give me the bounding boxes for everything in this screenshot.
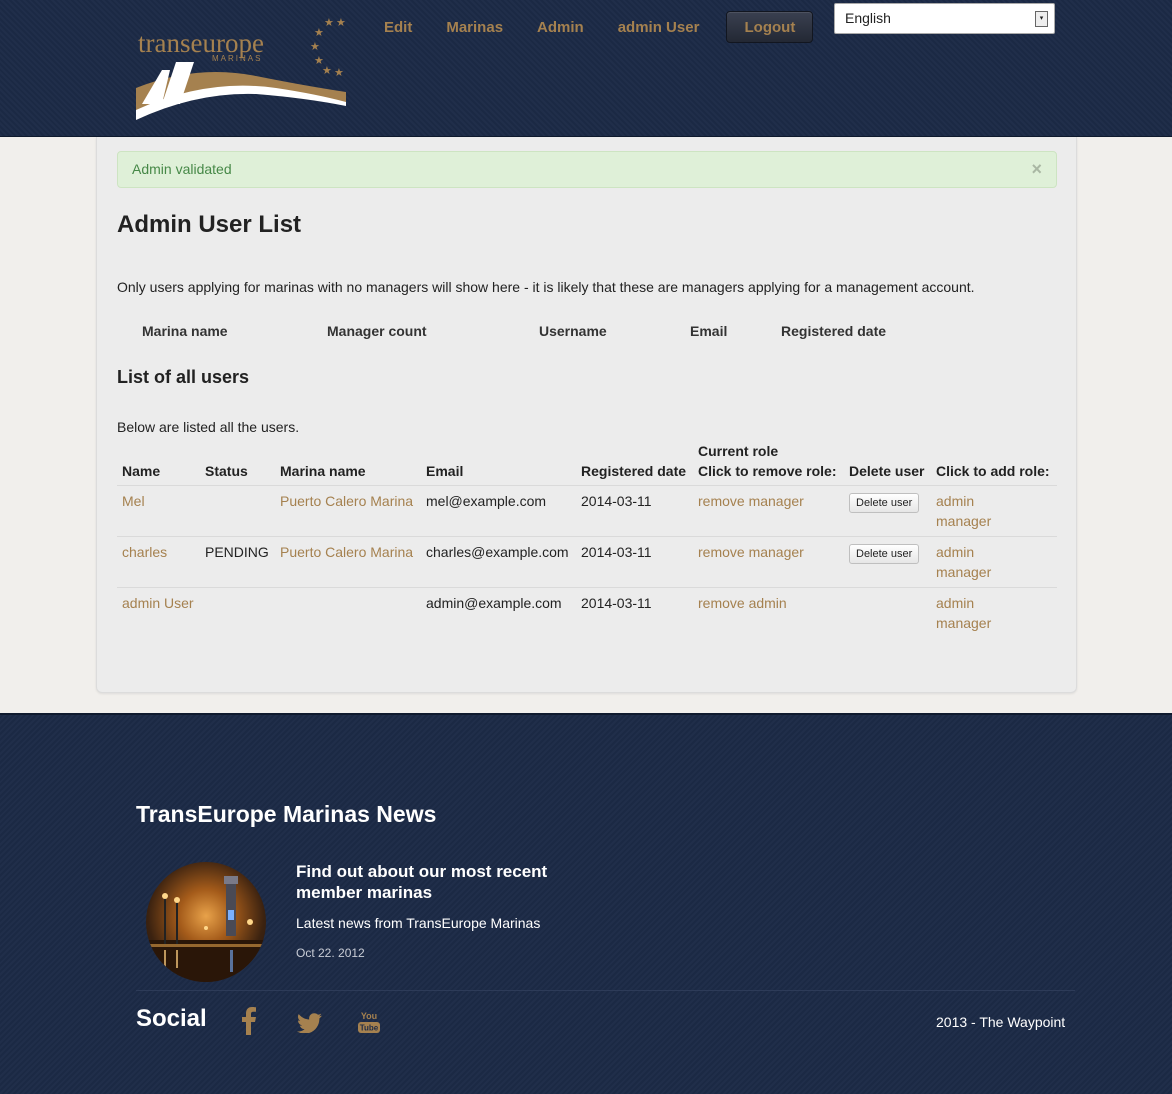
- col-registered: Registered date: [581, 463, 687, 479]
- col-current-role-line2: Click to remove role:: [698, 463, 837, 479]
- marina-link[interactable]: Puerto Calero Marina: [280, 544, 413, 560]
- dropdown-arrow-icon: ▾: [1035, 11, 1048, 27]
- add-admin-role-link[interactable]: admin: [936, 595, 974, 611]
- svg-text:Tube: Tube: [360, 1024, 379, 1033]
- news-date: Oct 22. 2012: [296, 946, 365, 960]
- user-email: admin@example.com: [421, 587, 576, 638]
- nav-admin-user[interactable]: admin User: [601, 19, 717, 36]
- language-select[interactable]: English ▾: [834, 3, 1055, 34]
- remove-role-link[interactable]: remove manager: [698, 493, 804, 509]
- add-manager-role-link[interactable]: manager: [936, 564, 991, 580]
- svg-text:★: ★: [336, 16, 346, 29]
- table-row: admin User admin@example.com 2014-03-11 …: [117, 587, 1057, 638]
- col-current-role: Current role Click to remove role:: [693, 437, 844, 486]
- delete-user-button[interactable]: Delete user: [849, 493, 920, 513]
- user-status: [200, 587, 275, 638]
- user-email: charles@example.com: [421, 536, 576, 588]
- add-admin-role-link[interactable]: admin: [936, 544, 974, 560]
- user-status: [200, 485, 275, 537]
- nav-marinas[interactable]: Marinas: [429, 19, 520, 36]
- user-registered: 2014-03-11: [576, 485, 693, 537]
- svg-text:★: ★: [324, 16, 334, 29]
- user-status: PENDING: [200, 536, 275, 588]
- news-thumbnail[interactable]: [146, 862, 266, 982]
- users-table: Name Status Marina name Email Registered…: [117, 437, 1057, 638]
- nav-admin[interactable]: Admin: [520, 19, 601, 36]
- svg-text:★: ★: [314, 26, 324, 39]
- news-title: TransEurope Marinas News: [136, 801, 437, 827]
- table-row: charles PENDING Puerto Calero Marina cha…: [117, 536, 1057, 588]
- col-email: Email: [426, 463, 464, 479]
- add-admin-role-link[interactable]: admin: [936, 493, 974, 509]
- svg-text:★: ★: [334, 66, 344, 79]
- delete-cell-empty: [844, 587, 931, 638]
- success-alert: Admin validated ×: [117, 151, 1057, 188]
- col-marina: Marina name: [280, 463, 366, 479]
- col-add-role: Click to add role:: [936, 463, 1050, 479]
- site-header: transeurope MARINAS ★ ★ ★ ★ ★ ★ ★ Edit Marin…: [0, 0, 1172, 137]
- all-users-intro: Below are listed all the users.: [117, 419, 300, 435]
- site-footer: TransEurope Marinas News Find out about …: [0, 713, 1172, 1094]
- col-name: Name: [122, 463, 161, 479]
- page-title: Admin User List: [117, 211, 302, 238]
- svg-text:MARINAS: MARINAS: [212, 54, 262, 63]
- applicants-header-manager-count: Manager count: [327, 323, 427, 339]
- add-manager-role-link[interactable]: manager: [936, 615, 991, 631]
- marina-link[interactable]: Puerto Calero Marina: [280, 493, 413, 509]
- svg-text:★: ★: [310, 40, 320, 53]
- user-name-link[interactable]: charles: [122, 544, 167, 560]
- social-title: Social: [136, 1005, 207, 1032]
- applicants-header-username: Username: [539, 323, 607, 339]
- copyright: 2013 - The Waypoint: [936, 1014, 1066, 1030]
- marina-cell: [275, 587, 421, 638]
- users-table-header: Name Status Marina name Email Registered…: [117, 437, 1057, 486]
- user-registered: 2014-03-11: [576, 536, 693, 588]
- applicants-header-email: Email: [690, 323, 728, 339]
- main-nav: Edit Marinas Admin admin User Logout: [367, 10, 814, 44]
- logout-button[interactable]: Logout: [726, 11, 814, 43]
- news-subtitle: Latest news from TransEurope Marinas: [296, 915, 541, 931]
- col-current-role-line1: Current role: [698, 443, 779, 459]
- footer-divider: [136, 990, 1075, 991]
- user-name-link[interactable]: Mel: [122, 493, 145, 509]
- delete-user-button[interactable]: Delete user: [849, 544, 920, 564]
- alert-message: Admin validated: [132, 161, 232, 177]
- applicants-header-registered: Registered date: [781, 323, 887, 339]
- svg-text:You: You: [361, 1011, 377, 1021]
- add-manager-role-link[interactable]: manager: [936, 513, 991, 529]
- facebook-icon[interactable]: [240, 1007, 258, 1038]
- col-delete: Delete user: [849, 463, 925, 479]
- user-registered: 2014-03-11: [576, 587, 693, 638]
- col-status: Status: [205, 463, 248, 479]
- news-heading[interactable]: Find out about our most recent member ma…: [296, 861, 576, 903]
- transeurope-logo[interactable]: transeurope MARINAS ★ ★ ★ ★ ★ ★ ★: [136, 14, 348, 120]
- twitter-icon[interactable]: [297, 1013, 323, 1036]
- table-row: Mel Puerto Calero Marina mel@example.com…: [117, 485, 1057, 537]
- remove-role-link[interactable]: remove admin: [698, 595, 787, 611]
- close-icon[interactable]: ×: [1031, 152, 1042, 187]
- language-select-value: English: [845, 10, 891, 26]
- user-name-link[interactable]: admin User: [122, 595, 194, 611]
- intro-text: Only users applying for marinas with no …: [117, 279, 975, 295]
- all-users-title: List of all users: [117, 367, 250, 387]
- user-email: mel@example.com: [421, 485, 576, 537]
- main-panel: Admin validated × Admin User List Only u…: [96, 137, 1077, 693]
- remove-role-link[interactable]: remove manager: [698, 544, 804, 560]
- applicants-header-marina: Marina name: [142, 323, 228, 339]
- svg-text:★: ★: [322, 64, 332, 77]
- nav-edit[interactable]: Edit: [367, 19, 429, 36]
- youtube-icon[interactable]: You Tube: [357, 1010, 381, 1037]
